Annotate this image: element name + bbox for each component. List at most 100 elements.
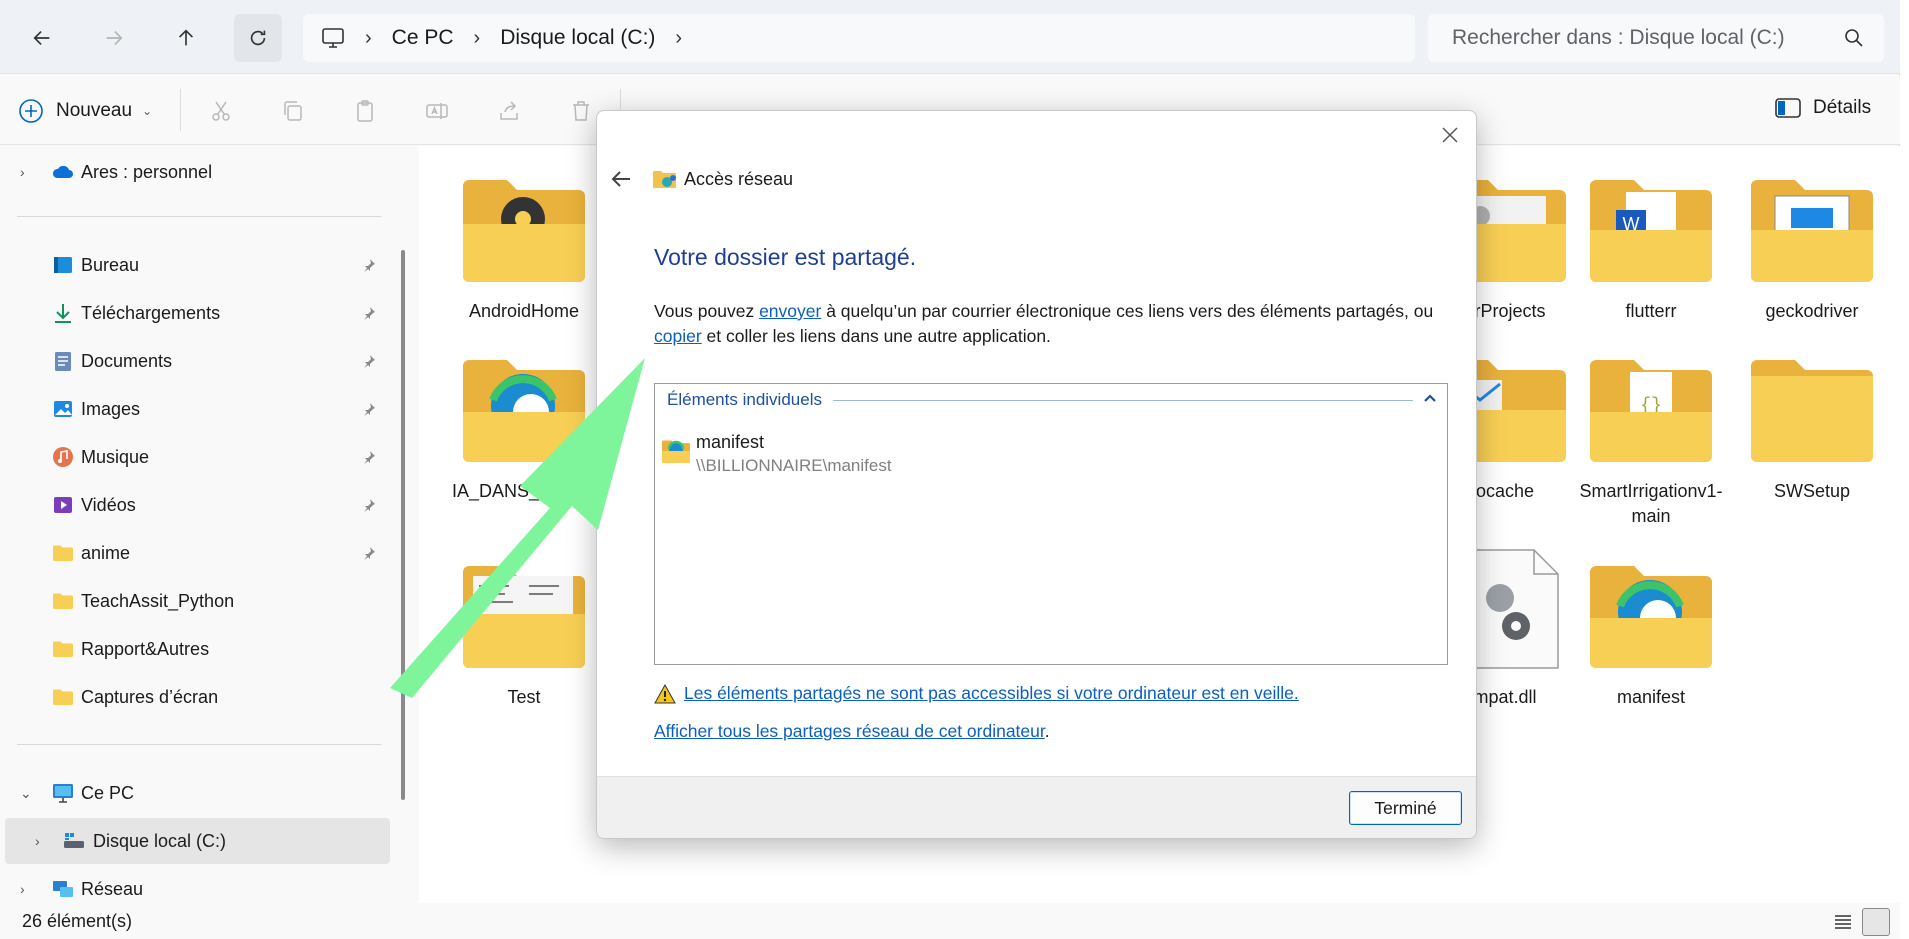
- nav-item-label: Captures d’écran: [81, 686, 219, 707]
- copy-button[interactable]: [279, 97, 307, 125]
- tiles-view-icon[interactable]: [1862, 908, 1890, 936]
- chevron-right-icon[interactable]: ›: [20, 881, 25, 897]
- back-button[interactable]: [18, 14, 66, 62]
- all-shares-row: Afficher tous les partages réseau de cet…: [654, 721, 1050, 742]
- done-button[interactable]: Terminé: [1349, 791, 1462, 825]
- share-icon: [500, 101, 518, 120]
- close-button[interactable]: [1436, 121, 1464, 149]
- folder-edge-icon: [463, 360, 585, 462]
- description-text: à quelqu’un par courrier électronique ce…: [821, 301, 1434, 321]
- network-access-dialog: Accès réseau Votre dossier est partagé. …: [596, 110, 1477, 839]
- nav-item-label: Téléchargements: [81, 302, 221, 323]
- nav-item-telechargements[interactable]: Téléchargements: [0, 290, 390, 336]
- file-item[interactable]: AndroidHome: [449, 174, 599, 324]
- nav-item-captures-ecran[interactable]: Captures d’écran: [0, 674, 390, 720]
- nav-item-local-disk[interactable]: › Disque local (C:): [5, 818, 390, 864]
- sleep-warning-link[interactable]: Les éléments partagés ne sont pas access…: [684, 683, 1299, 704]
- forward-button[interactable]: [90, 14, 138, 62]
- nav-item-bureau[interactable]: Bureau: [0, 242, 390, 288]
- cloud-icon: [52, 165, 73, 178]
- computer-icon: [53, 784, 73, 803]
- nav-item-label: Vidéos: [81, 494, 136, 515]
- chevron-right-icon[interactable]: ›: [20, 164, 25, 180]
- new-button[interactable]: Nouveau ⌄: [18, 91, 152, 131]
- group-divider: [833, 400, 1413, 401]
- pin-icon[interactable]: [362, 498, 376, 512]
- folder-word-icon: W: [1590, 180, 1712, 282]
- shared-items-list[interactable]: Éléments individuels manifest \\BILLIONN…: [654, 383, 1448, 665]
- refresh-button[interactable]: [234, 14, 282, 62]
- folder-icon: [53, 593, 73, 609]
- share-button[interactable]: [495, 97, 523, 125]
- details-pane-icon: [1775, 98, 1801, 118]
- description-text: et coller les liens dans une autre appli…: [701, 326, 1051, 346]
- nav-item-label: Documents: [81, 350, 173, 371]
- chevron-right-icon[interactable]: ›: [675, 27, 682, 50]
- file-item[interactable]: manifest: [1576, 560, 1726, 710]
- nav-item-label: Ce PC: [81, 782, 135, 803]
- document-icon: [55, 352, 71, 371]
- chevron-right-icon[interactable]: ›: [474, 27, 481, 50]
- folder-edge-icon: [662, 440, 690, 463]
- arrow-left-icon: [33, 30, 50, 46]
- list-view-icon[interactable]: [1833, 912, 1853, 932]
- chevron-down-icon[interactable]: ⌄: [20, 785, 32, 802]
- nav-item-label: Images: [81, 398, 141, 419]
- pin-icon[interactable]: [362, 306, 376, 320]
- nav-item-documents[interactable]: Documents: [0, 338, 390, 384]
- file-item[interactable]: Test: [449, 560, 599, 710]
- copy-link[interactable]: copier: [654, 326, 702, 346]
- sidebar-scrollbar[interactable]: [401, 250, 405, 800]
- nav-item-label: Ares : personnel: [81, 161, 213, 182]
- sleep-warning: Les éléments partagés ne sont pas access…: [654, 683, 1299, 704]
- file-item[interactable]: SWSetup: [1737, 354, 1887, 504]
- file-item[interactable]: geckodriver: [1737, 174, 1887, 324]
- file-item[interactable]: {} SmartIrrigationv1-main: [1576, 354, 1726, 529]
- nav-item-label: Réseau: [81, 878, 144, 899]
- details-button[interactable]: Détails: [1775, 97, 1871, 119]
- pin-icon[interactable]: [362, 450, 376, 464]
- folder-icon: [53, 689, 73, 705]
- toolbar-divider: [180, 89, 181, 131]
- pin-icon[interactable]: [362, 354, 376, 368]
- all-shares-suffix: .: [1044, 721, 1050, 741]
- show-all-shares-link[interactable]: Afficher tous les partages réseau de cet…: [654, 721, 1045, 741]
- breadcrumb-item-this-pc[interactable]: Ce PC: [392, 26, 454, 50]
- file-name: AndroidHome: [468, 301, 580, 321]
- chevron-right-icon[interactable]: ›: [35, 833, 40, 849]
- nav-item-teachassit-python[interactable]: TeachAssit_Python: [0, 578, 390, 624]
- nav-item-videos[interactable]: Vidéos: [0, 482, 390, 528]
- refresh-icon: [250, 30, 266, 46]
- breadcrumb[interactable]: › Ce PC › Disque local (C:) ›: [303, 14, 1415, 62]
- chevron-up-icon[interactable]: [1423, 392, 1437, 404]
- nav-item-anime[interactable]: anime: [0, 530, 390, 576]
- file-item[interactable]: IA_DANS_WORD: [449, 354, 599, 504]
- up-button[interactable]: [162, 14, 210, 62]
- scissors-icon: [212, 101, 230, 121]
- nav-item-label: anime: [81, 542, 131, 563]
- send-link[interactable]: envoyer: [759, 301, 821, 321]
- back-arrow-icon[interactable]: [608, 167, 634, 191]
- paste-button[interactable]: [351, 97, 379, 125]
- nav-item-onedrive[interactable]: › Ares : personnel: [0, 149, 390, 195]
- pin-icon[interactable]: [362, 258, 376, 272]
- close-icon: [1442, 127, 1458, 143]
- nav-item-rapport-autres[interactable]: Rapport&Autres: [0, 626, 390, 672]
- pin-icon[interactable]: [362, 402, 376, 416]
- dialog-description: Vous pouvez envoyer à quelqu’un par cour…: [654, 299, 1454, 349]
- copy-icon: [284, 101, 302, 121]
- group-header[interactable]: Éléments individuels: [667, 390, 828, 410]
- pin-icon[interactable]: [362, 546, 376, 560]
- folder-icon: [53, 641, 73, 657]
- chevron-right-icon[interactable]: ›: [365, 27, 372, 50]
- nav-item-this-pc[interactable]: ⌄ Ce PC: [0, 770, 390, 816]
- cut-button[interactable]: [207, 97, 235, 125]
- nav-item-musique[interactable]: Musique: [0, 434, 390, 480]
- breadcrumb-item-local-disk[interactable]: Disque local (C:): [500, 26, 655, 50]
- nav-item-images[interactable]: Images: [0, 386, 390, 432]
- rename-button[interactable]: [423, 97, 451, 125]
- list-item[interactable]: manifest \\BILLIONNAIRE\manifest: [661, 432, 1061, 480]
- file-item[interactable]: W flutterr: [1576, 174, 1726, 324]
- search-input[interactable]: Rechercher dans : Disque local (C:): [1428, 14, 1884, 62]
- delete-button[interactable]: [567, 97, 595, 125]
